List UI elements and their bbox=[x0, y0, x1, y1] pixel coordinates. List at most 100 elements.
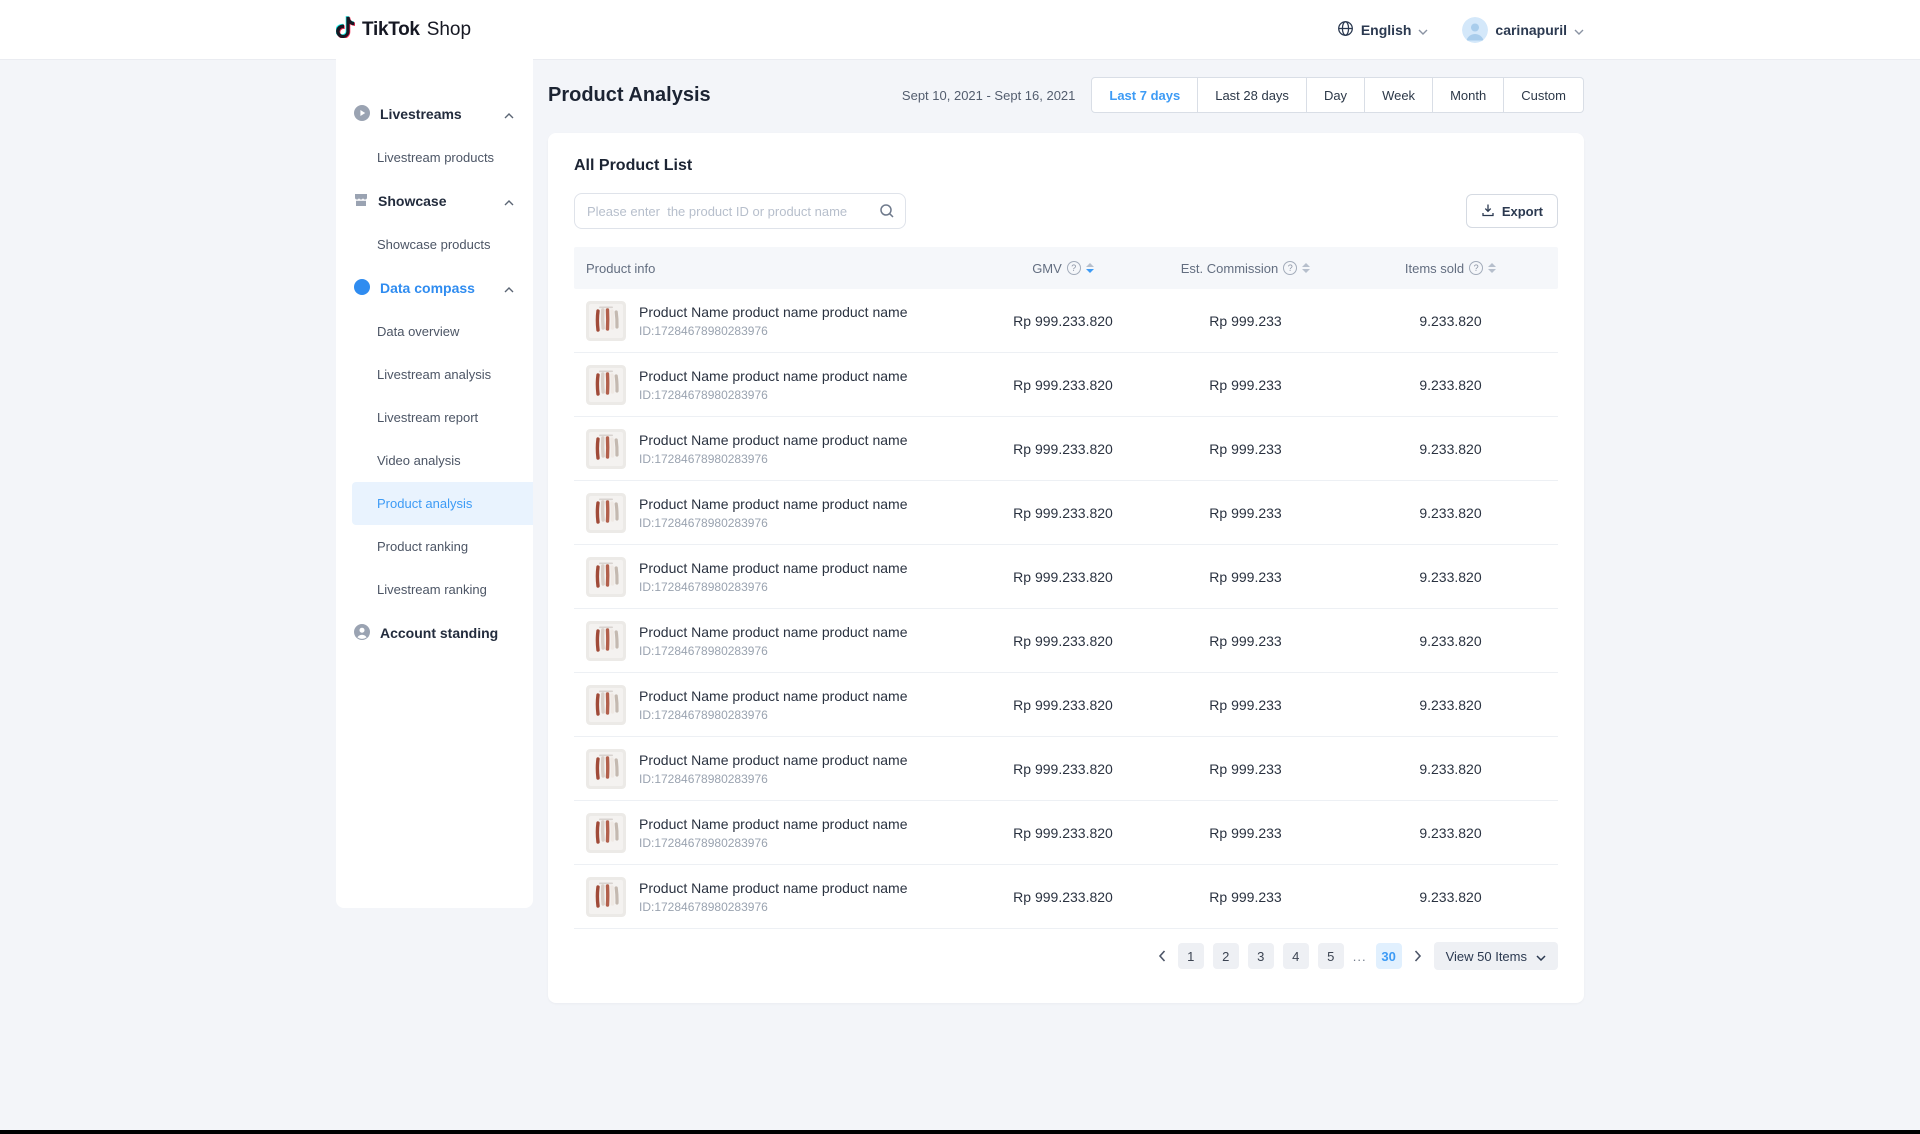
product-id: ID:17284678980283976 bbox=[639, 708, 907, 722]
sort-control-items-sold[interactable] bbox=[1488, 263, 1496, 273]
page-button-30-current[interactable]: 30 bbox=[1376, 943, 1402, 969]
tab-month[interactable]: Month bbox=[1433, 77, 1504, 113]
product-name: Product Name product name product name bbox=[639, 880, 907, 896]
column-product-info: Product info bbox=[574, 261, 978, 276]
sidebar-item-livestream-ranking[interactable]: Livestream ranking bbox=[336, 568, 533, 611]
sidebar-item-livestream-report[interactable]: Livestream report bbox=[336, 396, 533, 439]
chevron-up-icon bbox=[504, 280, 514, 296]
table-row[interactable]: Product Name product name product name I… bbox=[574, 417, 1558, 481]
card-title: All Product List bbox=[574, 157, 1558, 175]
column-items-sold: Items sold ? bbox=[1343, 261, 1558, 276]
sort-control-commission[interactable] bbox=[1302, 263, 1310, 273]
product-name: Product Name product name product name bbox=[639, 816, 907, 832]
product-thumbnail bbox=[586, 493, 626, 533]
sidebar-item-product-analysis[interactable]: Product analysis bbox=[352, 482, 533, 525]
product-id: ID:17284678980283976 bbox=[639, 452, 907, 466]
sidebar-item-data-overview[interactable]: Data overview bbox=[336, 310, 533, 353]
page-size-select[interactable]: View 50 Items bbox=[1434, 942, 1558, 970]
table-row[interactable]: Product Name product name product name I… bbox=[574, 737, 1558, 801]
username-label: carinapuril bbox=[1495, 22, 1567, 38]
gmv-value: Rp 999.233.820 bbox=[978, 697, 1148, 713]
date-range-tabs: Last 7 days Last 28 days Day Week Month … bbox=[1091, 77, 1584, 113]
commission-value: Rp 999.233 bbox=[1148, 633, 1343, 649]
account-person-icon bbox=[353, 623, 371, 644]
sidebar-section-account-standing[interactable]: Account standing bbox=[336, 611, 533, 655]
avatar bbox=[1462, 17, 1488, 43]
table-row[interactable]: Product Name product name product name I… bbox=[574, 289, 1558, 353]
tab-custom[interactable]: Custom bbox=[1504, 77, 1584, 113]
items-sold-value: 9.233.820 bbox=[1343, 761, 1558, 777]
gmv-value: Rp 999.233.820 bbox=[978, 377, 1148, 393]
chevron-up-icon bbox=[504, 193, 514, 209]
gmv-value: Rp 999.233.820 bbox=[978, 633, 1148, 649]
table-row[interactable]: Product Name product name product name I… bbox=[574, 865, 1558, 929]
table-row[interactable]: Product Name product name product name I… bbox=[574, 673, 1558, 737]
table-row[interactable]: Product Name product name product name I… bbox=[574, 353, 1558, 417]
product-id: ID:17284678980283976 bbox=[639, 644, 907, 658]
page-button-5[interactable]: 5 bbox=[1318, 943, 1344, 969]
product-thumbnail bbox=[586, 429, 626, 469]
tab-week[interactable]: Week bbox=[1365, 77, 1433, 113]
language-selector[interactable]: English bbox=[1337, 20, 1429, 40]
search-icon[interactable] bbox=[879, 203, 895, 224]
language-label: English bbox=[1361, 22, 1412, 38]
table-row[interactable]: Product Name product name product name I… bbox=[574, 481, 1558, 545]
sidebar-item-video-analysis[interactable]: Video analysis bbox=[336, 439, 533, 482]
table-row[interactable]: Product Name product name product name I… bbox=[574, 801, 1558, 865]
product-thumbnail bbox=[586, 877, 626, 917]
page-button-4[interactable]: 4 bbox=[1283, 943, 1309, 969]
sidebar-item-product-ranking[interactable]: Product ranking bbox=[336, 525, 533, 568]
export-button[interactable]: Export bbox=[1466, 194, 1558, 228]
showcase-store-icon bbox=[353, 192, 369, 211]
sidebar-item-livestream-products[interactable]: Livestream products bbox=[336, 136, 533, 179]
search-input[interactable] bbox=[574, 193, 906, 229]
export-label: Export bbox=[1502, 204, 1543, 219]
tab-last-28-days[interactable]: Last 28 days bbox=[1198, 77, 1307, 113]
chevron-down-icon bbox=[1536, 949, 1546, 964]
sidebar-section-data-compass[interactable]: Data compass bbox=[336, 266, 533, 310]
gmv-value: Rp 999.233.820 bbox=[978, 889, 1148, 905]
next-page-icon[interactable] bbox=[1411, 950, 1425, 962]
product-name: Product Name product name product name bbox=[639, 624, 907, 640]
product-id: ID:17284678980283976 bbox=[639, 900, 907, 914]
help-icon[interactable]: ? bbox=[1283, 261, 1297, 275]
sidebar-item-showcase-products[interactable]: Showcase products bbox=[336, 223, 533, 266]
table-row[interactable]: Product Name product name product name I… bbox=[574, 609, 1558, 673]
tab-last-7-days[interactable]: Last 7 days bbox=[1091, 77, 1198, 113]
section-label: Data compass bbox=[380, 280, 495, 296]
bottom-black-bar bbox=[0, 1130, 1920, 1134]
tab-day[interactable]: Day bbox=[1307, 77, 1365, 113]
items-sold-value: 9.233.820 bbox=[1343, 633, 1558, 649]
table-row[interactable]: Product Name product name product name I… bbox=[574, 545, 1558, 609]
sort-control-gmv[interactable] bbox=[1086, 263, 1094, 273]
chevron-down-icon bbox=[1574, 22, 1584, 38]
help-icon[interactable]: ? bbox=[1469, 261, 1483, 275]
product-name: Product Name product name product name bbox=[639, 496, 907, 512]
table-header: Product info GMV ? Est. Commission ? Ite… bbox=[574, 247, 1558, 289]
page-button-1[interactable]: 1 bbox=[1178, 943, 1204, 969]
tiktok-shop-logo[interactable]: TikTok Shop bbox=[336, 16, 471, 43]
tiktok-note-icon bbox=[336, 16, 355, 43]
sidebar-section-showcase[interactable]: Showcase bbox=[336, 179, 533, 223]
date-range: Sept 10, 2021 - Sept 16, 2021 bbox=[902, 88, 1075, 103]
gmv-value: Rp 999.233.820 bbox=[978, 761, 1148, 777]
product-thumbnail bbox=[586, 365, 626, 405]
product-id: ID:17284678980283976 bbox=[639, 324, 907, 338]
gmv-value: Rp 999.233.820 bbox=[978, 505, 1148, 521]
commission-value: Rp 999.233 bbox=[1148, 825, 1343, 841]
table-body: Product Name product name product name I… bbox=[574, 289, 1558, 929]
items-sold-value: 9.233.820 bbox=[1343, 825, 1558, 841]
column-label: Items sold bbox=[1405, 261, 1464, 276]
previous-page-icon[interactable] bbox=[1155, 950, 1169, 962]
main-content: Product Analysis Sept 10, 2021 - Sept 16… bbox=[548, 59, 1584, 1003]
user-menu[interactable]: carinapuril bbox=[1462, 17, 1584, 43]
column-gmv: GMV ? bbox=[978, 261, 1148, 276]
page-button-3[interactable]: 3 bbox=[1248, 943, 1274, 969]
help-icon[interactable]: ? bbox=[1067, 261, 1081, 275]
product-name: Product Name product name product name bbox=[639, 560, 907, 576]
logo-text-tiktok: TikTok bbox=[362, 19, 420, 41]
sidebar-section-livestreams[interactable]: Livestreams bbox=[336, 92, 533, 136]
page-button-2[interactable]: 2 bbox=[1213, 943, 1239, 969]
sidebar-item-livestream-analysis[interactable]: Livestream analysis bbox=[336, 353, 533, 396]
items-sold-value: 9.233.820 bbox=[1343, 377, 1558, 393]
